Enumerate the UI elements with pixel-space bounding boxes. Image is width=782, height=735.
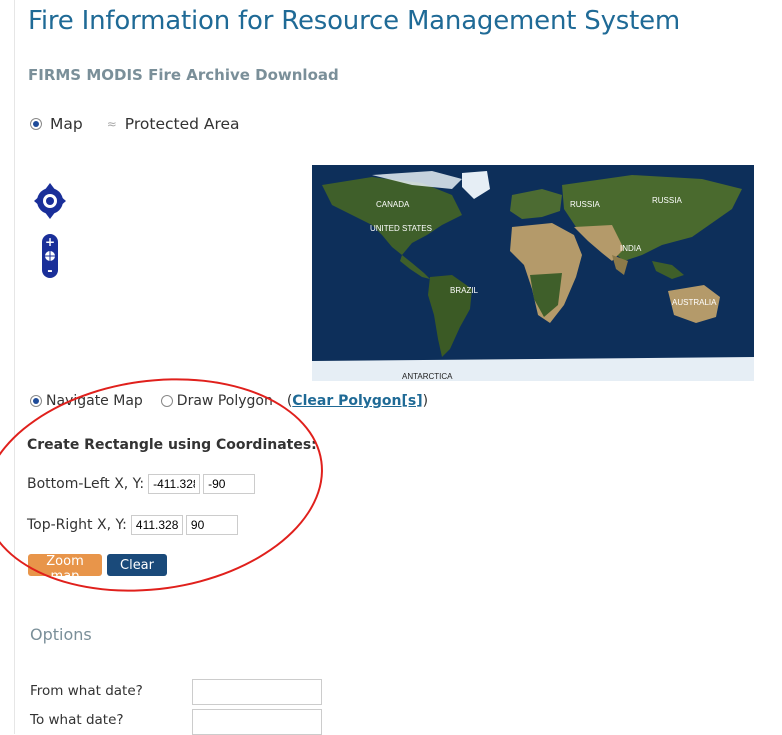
label-russia-1: RUSSIA xyxy=(570,200,600,209)
map-interaction-mode: Navigate Map Draw Polygon (Clear Polygon… xyxy=(30,393,428,409)
top-right-label: Top-Right X, Y: xyxy=(27,517,127,533)
page-subtitle: FIRMS MODIS Fire Archive Download xyxy=(28,66,339,84)
to-date-label: To what date? xyxy=(30,712,124,728)
zoom-map-button[interactable]: Zoom map xyxy=(28,554,102,584)
bottom-left-y-input[interactable] xyxy=(203,474,256,494)
page-title: Fire Information for Resource Management… xyxy=(28,6,681,36)
zoom-control[interactable]: + - xyxy=(42,234,58,279)
pan-control[interactable] xyxy=(34,183,66,219)
clear-polygon-link[interactable]: Clear Polygon[s] xyxy=(292,393,422,409)
options-heading: Options xyxy=(30,625,92,644)
create-rectangle-heading: Create Rectangle using Coordinates: xyxy=(27,437,317,453)
from-date-input[interactable] xyxy=(192,679,322,705)
draw-polygon-label[interactable]: Draw Polygon xyxy=(177,393,273,409)
protected-area-label[interactable]: Protected Area xyxy=(125,115,240,133)
top-right-y-input[interactable] xyxy=(185,515,238,535)
label-australia: AUSTRALIA xyxy=(672,298,717,307)
top-right-row: Top-Right X, Y: xyxy=(27,515,241,535)
label-russia-2: RUSSIA xyxy=(652,196,682,205)
top-right-x-input[interactable] xyxy=(130,515,183,535)
label-brazil: BRAZIL xyxy=(450,286,479,295)
label-india: INDIA xyxy=(620,244,642,253)
map-navigation-control: + - xyxy=(33,179,67,279)
bottom-left-label: Bottom-Left X, Y: xyxy=(27,476,145,492)
navigate-map-radio[interactable] xyxy=(30,395,42,407)
svg-text:+: + xyxy=(45,235,55,249)
mode-selector: Map ≈ Protected Area xyxy=(30,115,240,133)
bottom-left-row: Bottom-Left X, Y: xyxy=(27,474,258,494)
map-radio[interactable] xyxy=(30,118,42,130)
from-date-label: From what date? xyxy=(30,683,143,699)
draw-polygon-radio[interactable] xyxy=(160,395,173,407)
map-radio-label[interactable]: Map xyxy=(50,115,83,133)
label-antarctica: ANTARCTICA xyxy=(402,372,453,381)
bottom-left-x-input[interactable] xyxy=(148,474,201,494)
clear-polygon-wrapper: (Clear Polygon[s]) xyxy=(286,393,429,409)
label-united-states: UNITED STATES xyxy=(370,224,432,233)
navigate-map-label[interactable]: Navigate Map xyxy=(46,393,143,409)
svg-text:-: - xyxy=(47,264,52,279)
label-canada: CANADA xyxy=(376,200,410,209)
to-date-input[interactable] xyxy=(192,709,322,735)
protected-area-icon[interactable]: ≈ xyxy=(107,117,117,131)
world-map[interactable]: CANADA UNITED STATES RUSSIA RUSSIA INDIA… xyxy=(312,165,754,381)
clear-button[interactable]: Clear xyxy=(107,554,167,576)
